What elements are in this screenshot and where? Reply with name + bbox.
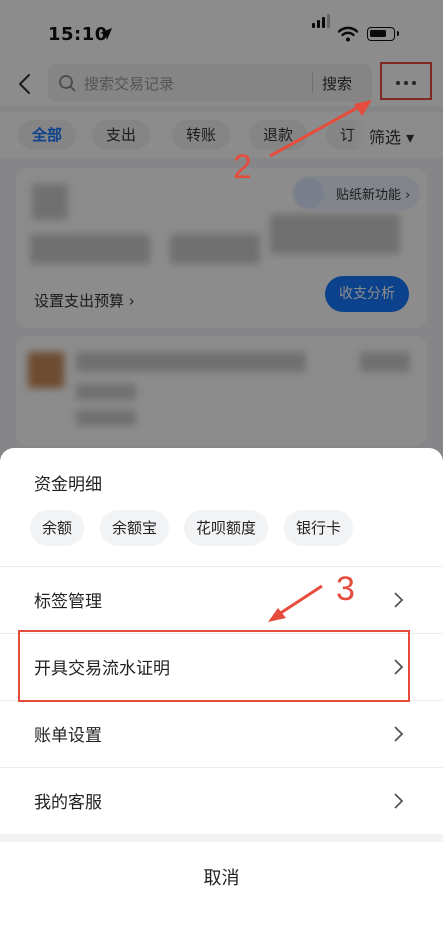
- sheet-gap: [0, 834, 443, 842]
- cancel-button[interactable]: 取消: [0, 842, 443, 912]
- cancel-label: 取消: [203, 868, 240, 889]
- annotation-step-3: 3: [336, 570, 355, 608]
- annotation-step-2: 2: [233, 148, 252, 186]
- chevron-right-icon: [394, 793, 404, 809]
- action-sheet: 资金明细 余额 余额宝 花呗额度 银行卡 标签管理 开具交易流水证明 账单设置 …: [0, 448, 443, 946]
- annotation-arrow-2: [269, 100, 372, 158]
- annotation-arrow-3: [268, 584, 323, 622]
- menu-item-customer-service[interactable]: 我的客服: [0, 768, 443, 834]
- chevron-right-icon: [394, 592, 404, 608]
- chevron-right-icon: [394, 726, 404, 742]
- fund-chip-yuebao[interactable]: 余额宝: [100, 510, 170, 546]
- menu-label: 账单设置: [34, 726, 102, 746]
- fund-chip-balance[interactable]: 余额: [30, 510, 85, 546]
- sheet-title: 资金明细: [34, 475, 102, 495]
- fund-chip-huabei[interactable]: 花呗额度: [184, 510, 269, 546]
- menu-label: 标签管理: [34, 592, 102, 612]
- annotation-highlight-box: [18, 630, 410, 702]
- menu-label: 我的客服: [34, 793, 102, 813]
- fund-chip-bank-card[interactable]: 银行卡: [284, 510, 354, 546]
- menu-item-bill-settings[interactable]: 账单设置: [0, 701, 443, 767]
- menu-item-tag-management[interactable]: 标签管理: [0, 567, 443, 633]
